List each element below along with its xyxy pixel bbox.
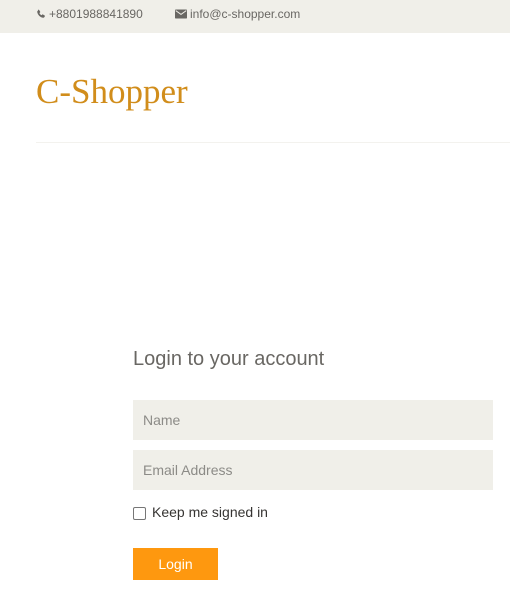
remember-me[interactable]: Keep me signed in xyxy=(133,504,268,520)
header-email-text: info@c-shopper.com xyxy=(190,7,301,21)
header-email[interactable]: info@c-shopper.com xyxy=(175,7,300,21)
remember-checkbox[interactable] xyxy=(133,506,146,520)
header-phone-text: +8801988841890 xyxy=(49,7,143,21)
phone-icon xyxy=(36,9,46,19)
remember-label: Keep me signed in xyxy=(152,504,268,520)
header-divider xyxy=(36,142,510,143)
site-logo[interactable]: C-Shopper xyxy=(36,72,188,112)
envelope-icon xyxy=(175,9,187,19)
name-input[interactable] xyxy=(133,400,493,440)
login-button[interactable]: Login xyxy=(133,548,218,580)
email-input[interactable] xyxy=(133,450,493,490)
login-title: Login to your account xyxy=(133,348,325,370)
header-top-bar: +8801988841890 info@c-shopper.com xyxy=(0,0,510,33)
header-phone[interactable]: +8801988841890 xyxy=(36,7,143,21)
